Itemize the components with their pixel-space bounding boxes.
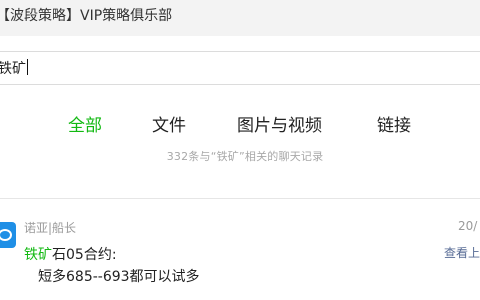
title-bar: 【波段策略】VIP策略俱乐部 [0,0,480,36]
avatar-bubble-shape [0,229,12,241]
tab-links[interactable]: 链接 [377,111,411,136]
chat-avatar-icon [0,222,16,248]
tab-files[interactable]: 文件 [152,111,186,136]
message-line-1: 铁矿石05合约: [24,244,117,264]
divider [0,198,480,199]
view-context-link[interactable]: 查看上 [444,244,480,261]
search-bar[interactable]: 铁矿 [0,51,480,85]
chat-title: 【波段策略】VIP策略俱乐部 [0,8,173,24]
message-text: 石05合约: [52,247,117,263]
text-caret [27,59,28,75]
search-query: 铁矿 [0,61,26,77]
sender-name: 诺亚|船长 [24,221,77,235]
tab-all[interactable]: 全部 [68,111,102,136]
result-summary: 332条与“铁矿”相关的聊天记录 [166,150,324,163]
keyword-highlight: 铁矿 [24,247,52,263]
search-input[interactable]: 铁矿 [0,58,28,78]
message-time: 20/ [458,219,478,233]
filter-tabs: 全部 文件 图片与视频 链接 [0,111,480,141]
message-line-2: 短多685--693都可以试多 [38,269,200,285]
tab-images-videos[interactable]: 图片与视频 [237,111,322,136]
